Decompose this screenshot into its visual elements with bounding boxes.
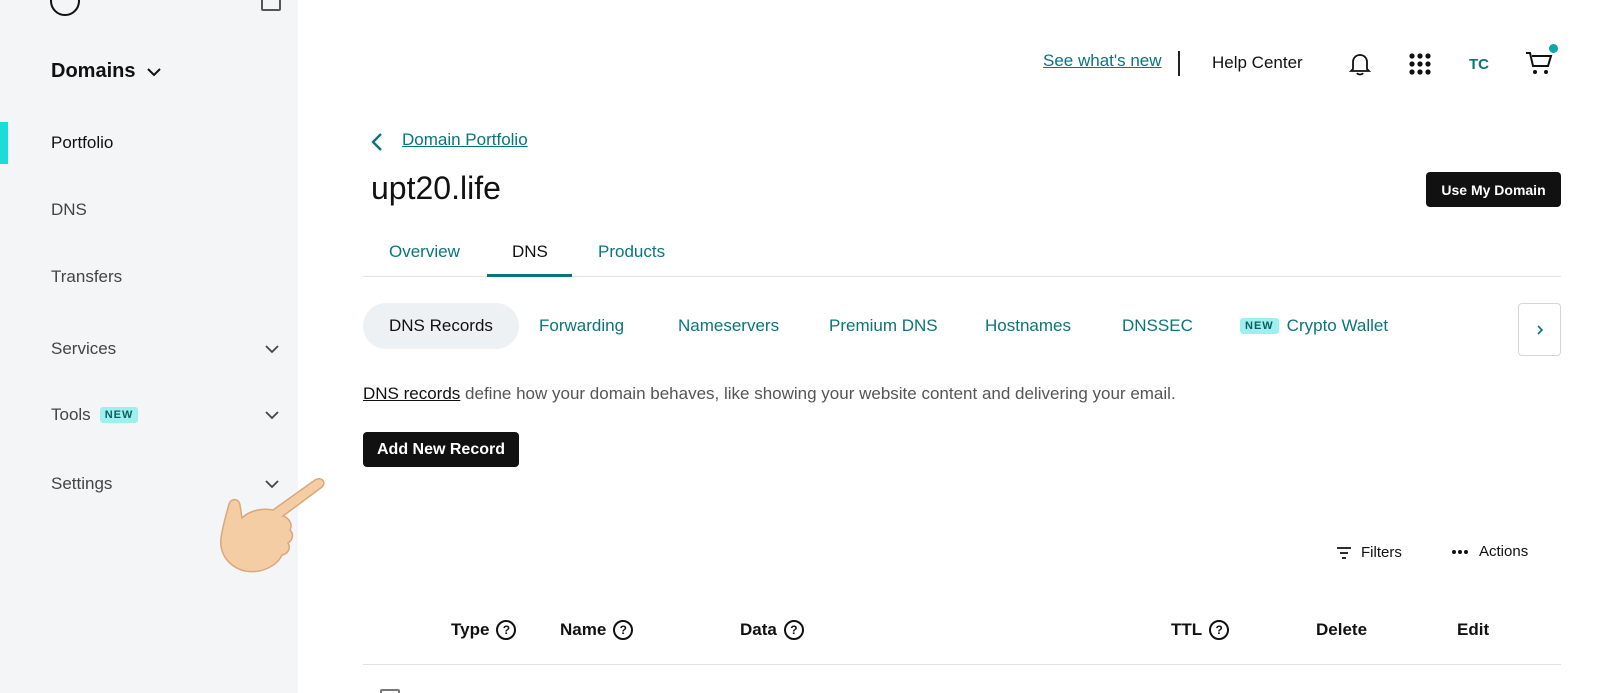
sidebar-item-transfers[interactable]: Transfers: [51, 267, 281, 287]
breadcrumb[interactable]: Domain Portfolio: [402, 130, 528, 150]
chevron-right-icon: [1536, 324, 1543, 335]
dns-table-header: Type ? Name ? Data ? TTL ? Delete Edit: [363, 620, 1561, 665]
subtab-forwarding[interactable]: Forwarding: [539, 303, 624, 349]
page-title: upt20.life: [371, 170, 501, 206]
sidebar-item-label: Services: [51, 339, 117, 358]
subtab-dns-records[interactable]: DNS Records: [363, 303, 519, 349]
add-new-record-button[interactable]: Add New Record: [363, 432, 519, 467]
cart-icon[interactable]: [1525, 50, 1553, 76]
filter-icon: [1337, 546, 1351, 559]
scroll-right-button[interactable]: [1518, 303, 1561, 356]
dns-description: DNS records define how your domain behav…: [363, 384, 1176, 404]
apps-grid-icon[interactable]: [1409, 53, 1431, 75]
sidebar: Domains Portfolio DNS Transfers Services…: [0, 0, 325, 693]
sidebar-item-label: Transfers: [51, 267, 123, 286]
dns-records-link[interactable]: DNS records: [363, 384, 460, 403]
chevron-down-icon: [147, 67, 162, 76]
chevron-down-icon: [265, 345, 279, 354]
sidebar-item-services[interactable]: Services: [51, 339, 281, 359]
column-label: TTL: [1171, 620, 1203, 639]
chevron-down-icon: [265, 411, 279, 420]
pointing-hand-icon: [220, 477, 325, 573]
column-ttl: TTL ?: [1171, 620, 1230, 640]
cart-notification-dot: [1549, 44, 1558, 53]
subtab-hostnames[interactable]: Hostnames: [985, 303, 1071, 349]
sidebar-item-tools[interactable]: Tools NEW: [51, 405, 281, 425]
use-my-domain-button[interactable]: Use My Domain: [1426, 172, 1561, 207]
column-name: Name ?: [560, 620, 634, 640]
tab-overview[interactable]: Overview: [389, 242, 460, 262]
help-icon[interactable]: ?: [613, 620, 634, 640]
tab-dns[interactable]: DNS: [512, 242, 548, 262]
domains-menu[interactable]: Domains: [51, 60, 163, 83]
filters-button[interactable]: Filters: [1336, 544, 1402, 561]
active-indicator: [0, 122, 8, 164]
subtab-premium-dns[interactable]: Premium DNS: [829, 303, 938, 349]
sidebar-item-label: Portfolio: [51, 133, 114, 152]
column-type: Type ?: [451, 620, 517, 640]
column-label: Type: [451, 620, 490, 639]
actions-label: Actions: [1479, 543, 1529, 560]
actions-button[interactable]: Actions: [1451, 543, 1528, 560]
column-label: Edit: [1457, 620, 1490, 639]
row-checkbox[interactable]: [380, 689, 400, 693]
whats-new-link[interactable]: See what's new: [1043, 51, 1162, 71]
subtab-nameservers[interactable]: Nameservers: [678, 303, 779, 349]
subtab-label: Crypto Wallet: [1286, 316, 1389, 335]
sidebar-item-label: Tools: [51, 405, 91, 424]
help-center-link[interactable]: Help Center: [1212, 53, 1303, 73]
back-chevron-icon[interactable]: [370, 131, 384, 153]
collapse-sidebar-icon[interactable]: [261, 0, 281, 11]
column-edit: Edit: [1457, 620, 1489, 640]
account-avatar[interactable]: TC: [1469, 56, 1489, 73]
subtab-crypto-wallet[interactable]: NEW Crypto Wallet: [1240, 303, 1388, 349]
filters-label: Filters: [1361, 544, 1402, 561]
divider: [1178, 51, 1180, 76]
subtab-dnssec[interactable]: DNSSEC: [1122, 303, 1193, 349]
help-icon[interactable]: ?: [1209, 620, 1230, 640]
sidebar-item-label: DNS: [51, 200, 87, 219]
sidebar-item-portfolio[interactable]: Portfolio: [51, 133, 281, 153]
column-delete: Delete: [1316, 620, 1367, 640]
new-badge: NEW: [99, 407, 139, 423]
tab-bar: Overview DNS Products: [363, 228, 1561, 277]
description-text: define how your domain behaves, like sho…: [460, 384, 1176, 403]
godaddy-logo-icon[interactable]: [50, 0, 80, 16]
column-data: Data ?: [740, 620, 804, 640]
help-icon[interactable]: ?: [496, 620, 517, 640]
help-icon[interactable]: ?: [783, 620, 804, 640]
column-label: Data: [740, 620, 777, 639]
tab-products[interactable]: Products: [598, 242, 665, 262]
column-label: Delete: [1316, 620, 1368, 639]
column-label: Name: [560, 620, 607, 639]
more-horizontal-icon: [1452, 549, 1468, 554]
bell-icon[interactable]: [1349, 52, 1371, 76]
active-tab-underline: [487, 274, 572, 277]
sidebar-item-dns[interactable]: DNS: [51, 200, 281, 220]
sidebar-item-label: Settings: [51, 474, 113, 493]
new-badge: NEW: [1240, 318, 1279, 334]
sidebar-title: Domains: [51, 60, 136, 82]
